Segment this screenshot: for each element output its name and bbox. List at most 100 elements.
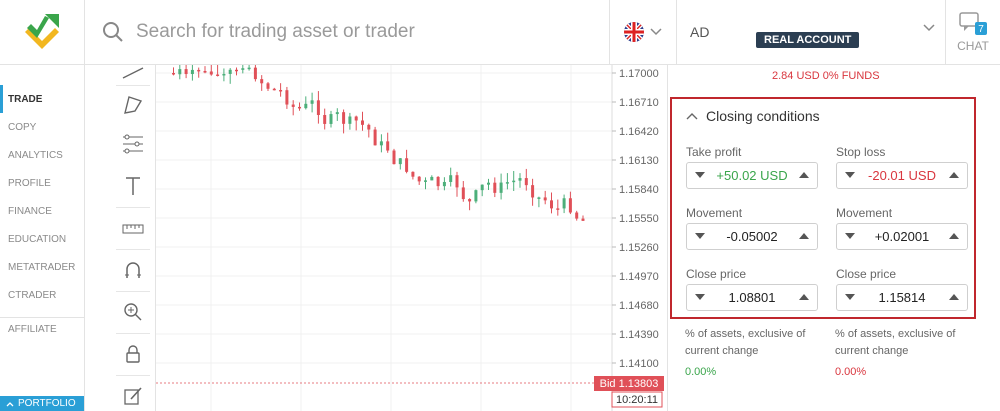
candle-body: [424, 180, 427, 182]
take-profit-value[interactable]: +50.02 USD: [709, 168, 795, 183]
nav-item-copy[interactable]: COPY: [0, 113, 84, 141]
decrement-icon[interactable]: [695, 172, 705, 179]
candle-body: [556, 208, 560, 210]
candlestick-chart[interactable]: 1.17000 1.16710 1.16420 1.16130 1.15840 1.155…: [156, 65, 666, 411]
language-selector[interactable]: [610, 0, 677, 64]
logo[interactable]: [0, 0, 85, 64]
nav-item-ctrader[interactable]: CTRADER: [0, 281, 84, 309]
decrement-icon[interactable]: [695, 233, 705, 240]
top-bar: AD REAL ACCOUNT 7 CHAT: [0, 0, 1000, 65]
increment-icon[interactable]: [949, 294, 959, 301]
nav-item-finance[interactable]: FINANCE: [0, 197, 84, 225]
zoom-tool[interactable]: [118, 297, 148, 327]
candle-body: [298, 106, 301, 109]
nav-item-analytics[interactable]: ANALYTICS: [0, 141, 84, 169]
closing-conditions-header[interactable]: Closing conditions: [686, 108, 820, 124]
increment-icon[interactable]: [949, 172, 959, 179]
tool-divider: [116, 85, 150, 86]
take-profit-stepper[interactable]: +50.02 USD: [686, 162, 818, 189]
polygon-tool[interactable]: [118, 90, 148, 120]
candle-body: [291, 104, 295, 107]
candle-body: [468, 199, 472, 202]
movement-label-right: Movement: [836, 206, 893, 220]
candle-body: [178, 69, 182, 75]
chevron-down-icon: [650, 28, 662, 36]
decrement-icon[interactable]: [845, 233, 855, 240]
candle-body: [203, 70, 207, 73]
funds-info: 2.84 USD 0% FUNDS: [772, 70, 880, 82]
chat-label: CHAT: [957, 39, 989, 53]
candle-body: [392, 150, 396, 165]
candle-body: [304, 103, 308, 109]
nav-item-trade[interactable]: TRADE: [0, 85, 84, 113]
candle-body: [235, 69, 238, 72]
fibonacci-icon: [123, 134, 143, 154]
ruler-tool[interactable]: [118, 213, 148, 243]
stop-loss-stepper[interactable]: -20.01 USD: [836, 162, 968, 189]
decrement-icon[interactable]: [845, 172, 855, 179]
price-chart[interactable]: 1.17000 1.16710 1.16420 1.16130 1.15840 1.155…: [156, 65, 666, 411]
chevron-down-icon: [923, 24, 935, 32]
candle-body: [272, 88, 276, 91]
chart-grid: [156, 65, 612, 411]
assets-note-right: % of assets, exclusive of current change: [835, 328, 956, 357]
portfolio-label: PORTFOLIO: [18, 398, 76, 409]
increment-icon[interactable]: [799, 233, 809, 240]
close-price-stepper-left[interactable]: 1.08801: [686, 284, 818, 311]
stop-loss-value[interactable]: -20.01 USD: [859, 168, 945, 183]
candles: [172, 65, 585, 222]
decrement-icon[interactable]: [845, 294, 855, 301]
candle-body: [398, 158, 402, 165]
search-input[interactable]: [134, 20, 578, 44]
chat-count: 7: [978, 24, 984, 35]
close-price-value-right[interactable]: 1.15814: [859, 290, 945, 305]
close-price-stepper-right[interactable]: 1.15814: [836, 284, 968, 311]
candle-body: [487, 182, 490, 185]
increment-icon[interactable]: [799, 172, 809, 179]
movement-label-left: Movement: [686, 206, 743, 220]
candle-body: [367, 124, 371, 130]
price-label: 1.14680: [619, 300, 659, 312]
movement-stepper-left[interactable]: -0.05002: [686, 223, 818, 250]
candle-body: [518, 178, 522, 181]
text-icon: [126, 177, 140, 195]
candle-body: [386, 141, 390, 151]
magnet-icon: [125, 262, 141, 278]
portfolio-button[interactable]: PORTFOLIO: [0, 396, 84, 411]
chat-button[interactable]: 7 CHAT: [946, 0, 1000, 64]
trendline-tool[interactable]: [118, 57, 148, 87]
nav-item-affiliate[interactable]: AFFILIATE: [0, 315, 84, 343]
candle-body: [216, 74, 220, 77]
candle-body: [247, 67, 251, 70]
fibonacci-tool[interactable]: [118, 129, 148, 159]
nav-item-profile[interactable]: PROFILE: [0, 169, 84, 197]
movement-value-left[interactable]: -0.05002: [709, 229, 795, 244]
candle-body: [316, 100, 320, 116]
candle-body: [512, 180, 516, 183]
decrement-icon[interactable]: [695, 294, 705, 301]
pct-value-left: 0.00%: [685, 366, 717, 378]
lock-tool[interactable]: [118, 339, 148, 369]
tool-divider: [116, 207, 150, 208]
candle-body: [342, 112, 346, 124]
magnet-tool[interactable]: [118, 255, 148, 285]
edit-tool[interactable]: [118, 381, 148, 411]
candle-body: [480, 184, 484, 191]
search-bar[interactable]: [84, 0, 610, 64]
increment-icon[interactable]: [799, 294, 809, 301]
price-label: 1.14970: [619, 271, 659, 283]
nav-item-education[interactable]: EDUCATION: [0, 225, 84, 253]
movement-stepper-right[interactable]: +0.02001: [836, 223, 968, 250]
text-tool[interactable]: [118, 171, 148, 201]
close-price-value-left[interactable]: 1.08801: [709, 290, 795, 305]
movement-value-right[interactable]: +0.02001: [859, 229, 945, 244]
nav-item-metatrader[interactable]: METATRADER: [0, 253, 84, 281]
left-navigation: TRADE COPY ANALYTICS PROFILE FINANCE EDU…: [0, 65, 85, 411]
polygon-icon: [124, 96, 143, 114]
candle-body: [537, 197, 541, 199]
candle-body: [373, 129, 377, 146]
account-selector[interactable]: AD REAL ACCOUNT: [677, 0, 946, 64]
price-label: 1.15840: [619, 184, 659, 196]
candle-body: [197, 69, 201, 72]
increment-icon[interactable]: [949, 233, 959, 240]
